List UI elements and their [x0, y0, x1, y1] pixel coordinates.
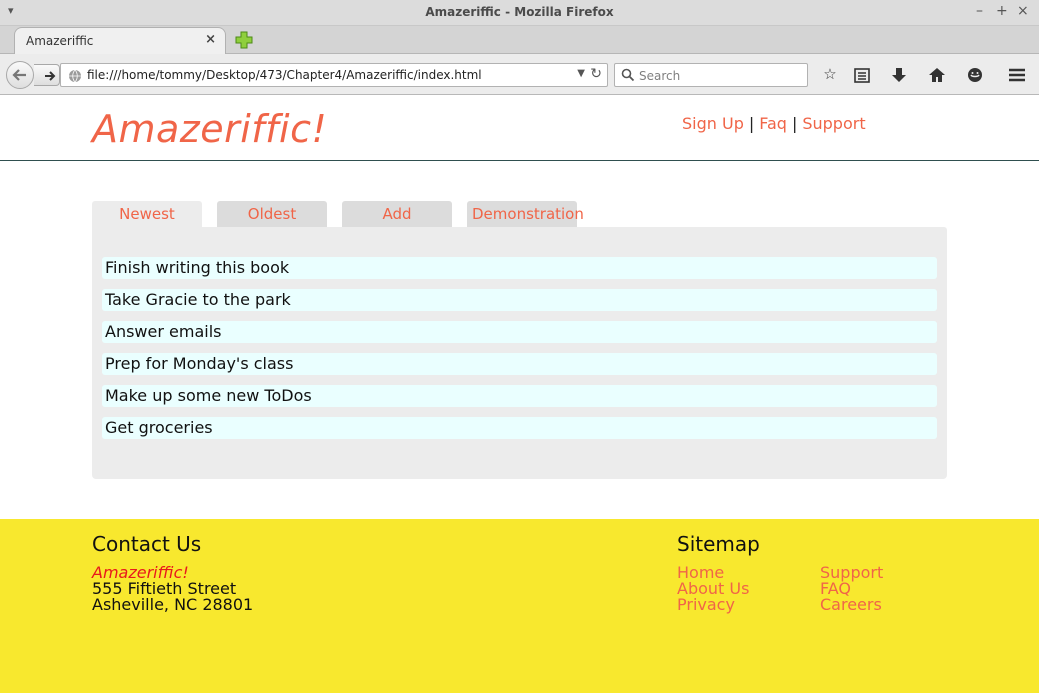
- minimize-icon[interactable]: –: [976, 3, 983, 19]
- bookmarks-menu-icon[interactable]: [852, 65, 872, 85]
- reload-icon[interactable]: ↻: [590, 66, 602, 82]
- sitemap-link-privacy[interactable]: Privacy: [677, 595, 735, 614]
- todo-content-panel: Finish writing this book Take Gracie to …: [92, 227, 947, 479]
- url-bar[interactable]: file:///home/tommy/Desktop/473/Chapter4/…: [60, 63, 608, 87]
- nav-support[interactable]: Support: [802, 114, 865, 133]
- contact-city: Asheville, NC 28801: [92, 595, 254, 614]
- page-footer: Contact Us Amazeriffic! 555 Fiftieth Str…: [0, 519, 1039, 693]
- tab-oldest[interactable]: Oldest: [217, 201, 327, 228]
- search-icon: [621, 68, 635, 82]
- tab-newest[interactable]: Newest: [92, 201, 202, 228]
- todo-item[interactable]: Get groceries: [102, 417, 937, 439]
- back-button[interactable]: [6, 61, 34, 89]
- page-header: Amazeriffic! Sign Up | Faq | Support: [0, 95, 1039, 161]
- sitemap-link-careers[interactable]: Careers: [820, 595, 882, 614]
- globe-icon: [69, 69, 81, 83]
- downloads-icon[interactable]: [889, 65, 909, 85]
- maximize-icon[interactable]: +: [996, 3, 1008, 19]
- url-dropdown-icon[interactable]: ▼: [577, 68, 585, 79]
- window-titlebar: ▾ Amazeriffic - Mozilla Firefox – + ×: [0, 0, 1039, 26]
- home-icon[interactable]: [927, 65, 947, 85]
- nav-separator: |: [791, 114, 798, 133]
- new-tab-icon[interactable]: [234, 30, 254, 50]
- brand-logo[interactable]: Amazeriffic!: [92, 107, 327, 151]
- browser-tab-title: Amazeriffic: [26, 34, 94, 48]
- todo-item[interactable]: Answer emails: [102, 321, 937, 343]
- browser-tabbar: Amazeriffic ×: [0, 26, 1039, 55]
- bookmark-star-icon[interactable]: ☆: [820, 65, 840, 85]
- tab-close-icon[interactable]: ×: [205, 32, 216, 47]
- todo-item[interactable]: Make up some new ToDos: [102, 385, 937, 407]
- top-nav: Sign Up | Faq | Support: [682, 114, 866, 133]
- todo-item[interactable]: Prep for Monday's class: [102, 353, 937, 375]
- forward-button[interactable]: [34, 64, 60, 86]
- sitemap-heading: Sitemap: [677, 532, 760, 556]
- nav-separator: |: [748, 114, 755, 133]
- nav-sign-up[interactable]: Sign Up: [682, 114, 744, 133]
- tab-demonstration[interactable]: Demonstration: [467, 201, 584, 228]
- browser-navbar: file:///home/tommy/Desktop/473/Chapter4/…: [0, 54, 1039, 95]
- url-text: file:///home/tommy/Desktop/473/Chapter4/…: [87, 68, 482, 82]
- chat-icon[interactable]: [965, 65, 985, 85]
- close-window-icon[interactable]: ×: [1017, 3, 1029, 19]
- tab-add[interactable]: Add: [342, 201, 452, 228]
- contact-heading: Contact Us: [92, 532, 202, 556]
- window-title: Amazeriffic - Mozilla Firefox: [425, 5, 614, 19]
- search-bar[interactable]: [614, 63, 808, 87]
- hamburger-menu-icon[interactable]: [1007, 65, 1027, 85]
- browser-tab[interactable]: Amazeriffic ×: [14, 27, 226, 55]
- search-input[interactable]: [639, 67, 799, 84]
- forward-arrow-icon: [45, 71, 56, 81]
- todo-item[interactable]: Take Gracie to the park: [102, 289, 937, 311]
- back-forward-group: [6, 61, 60, 89]
- todo-item[interactable]: Finish writing this book: [102, 257, 937, 279]
- back-arrow-icon: [12, 69, 26, 81]
- nav-faq[interactable]: Faq: [759, 114, 787, 133]
